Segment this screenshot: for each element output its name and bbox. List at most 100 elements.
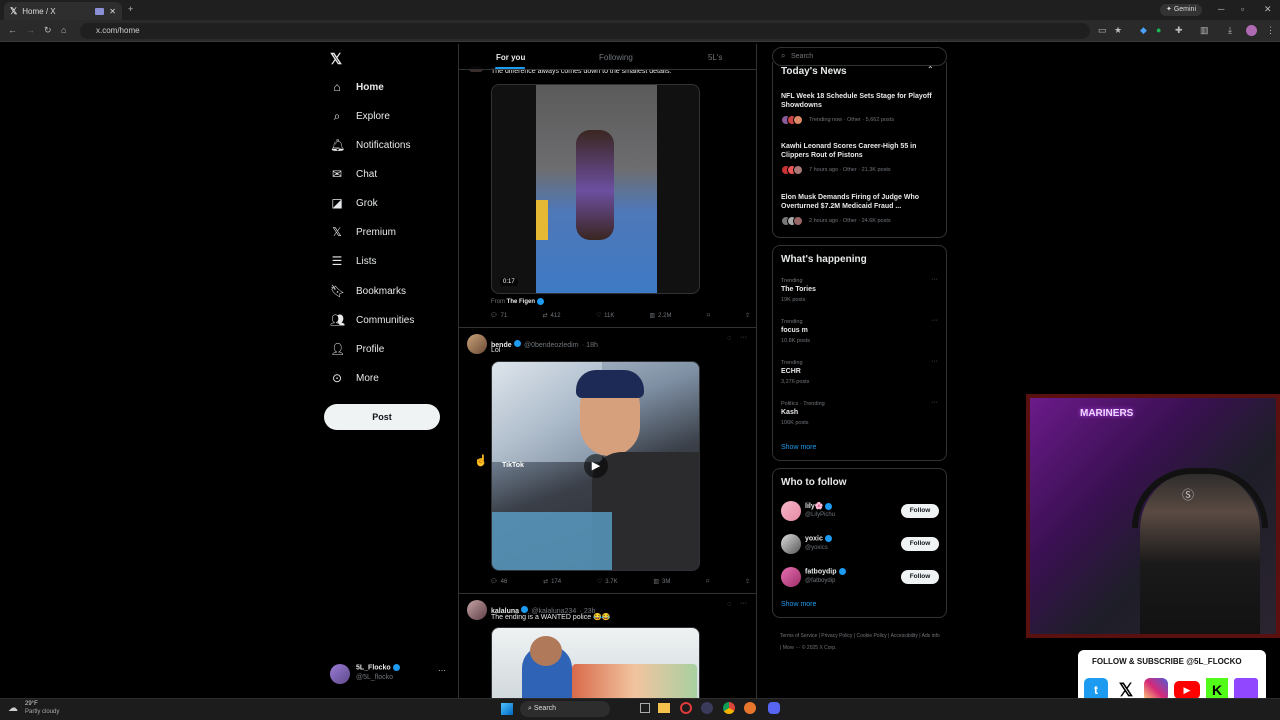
start-icon[interactable] (501, 703, 513, 715)
tab-following[interactable]: Following (599, 53, 633, 62)
whats-happening-title: What's happening (781, 254, 867, 265)
tweet-more-icon[interactable]: ··· (740, 334, 747, 341)
reply-button[interactable]: 💬︎ 71 (490, 312, 507, 320)
home-browser-icon[interactable]: ⌂ (61, 25, 66, 35)
repost-button[interactable]: ⇄ 174 (543, 578, 561, 586)
like-button[interactable]: ♡ 3.7K (596, 578, 618, 586)
footer-links[interactable]: Terms of Service | Privacy Policy | Cook… (780, 630, 940, 654)
reload-icon[interactable]: ↻ (44, 25, 52, 36)
sidebar-item-premium[interactable]: 𝕏 Premium (330, 225, 396, 239)
tweet-video[interactable]: 0:17 (491, 84, 700, 294)
views-button[interactable]: ▥ 3M (653, 578, 670, 586)
heart-icon: ♡ (596, 579, 603, 585)
tweet-more-icon[interactable]: ··· (740, 600, 747, 607)
repost-button[interactable]: ⇄ 412 (542, 312, 560, 320)
taskbar-search-label: Search (533, 705, 557, 712)
gemini-button[interactable]: ✦ Gemini (1160, 4, 1203, 16)
post-button[interactable]: Post (324, 404, 440, 430)
show-more-link[interactable]: Show more (781, 444, 816, 451)
tweet-avatar[interactable] (467, 334, 487, 354)
from-source-link[interactable]: The Figen (507, 299, 535, 305)
tweet-video[interactable] (491, 627, 700, 698)
grok-explain-icon[interactable]: ◌ (727, 601, 731, 608)
sidebar-item-more[interactable]: ⊙ More (330, 371, 379, 385)
like-button[interactable]: ♡ 11K (596, 312, 615, 320)
forward-icon[interactable]: → (26, 25, 35, 35)
new-tab-icon[interactable]: + (128, 4, 133, 14)
app-icon-orange[interactable] (744, 702, 756, 714)
tweet-time[interactable]: · 18h (582, 342, 598, 349)
sidebar-item-chat[interactable]: ✉ Chat (330, 167, 377, 181)
cast-icon[interactable]: ▭ (1098, 25, 1107, 36)
url-field[interactable]: x.com/home (80, 23, 1090, 39)
minimize-icon[interactable]: ─ (1218, 4, 1224, 14)
account-more-icon[interactable]: ··· (438, 666, 446, 675)
grok-explain-icon[interactable]: ◌ (727, 335, 731, 342)
tweet-video[interactable]: TikTok ▶ (491, 361, 700, 571)
bookmark-button[interactable]: ⌑ (706, 578, 709, 585)
download-icon[interactable]: ⤓ (1228, 25, 1232, 36)
sidebar-item-notifications[interactable]: 🔔︎ Notifications (330, 138, 410, 152)
show-more-link[interactable]: Show more (781, 601, 816, 608)
sidebar-item-grok[interactable]: ◪ Grok (330, 196, 377, 210)
os-taskbar: ☁ 29°F Partly cloudy ⌕ Search (0, 698, 1280, 720)
star-icon[interactable]: ★ (1114, 25, 1122, 36)
suggestion-handle: @LilyPichu (805, 512, 836, 518)
follow-button[interactable]: Follow (901, 504, 939, 518)
browser-menu-icon[interactable]: ⋮ (1266, 25, 1275, 36)
play-button[interactable]: ▶ (584, 454, 608, 478)
follow-button[interactable]: Follow (901, 537, 939, 551)
discord-icon[interactable] (768, 702, 780, 714)
suggestion-name-text: yoxic (805, 535, 823, 543)
app-icon-red[interactable] (680, 702, 692, 714)
search-icon: ⌕ (781, 51, 786, 60)
sidebar-item-communities[interactable]: 👥︎ Communities (330, 313, 414, 327)
sidebar-item-lists[interactable]: ☰ Lists (330, 254, 377, 268)
trend-more-icon[interactable]: ··· (931, 399, 938, 406)
trend-more-icon[interactable]: ··· (931, 276, 938, 283)
tab-close-icon[interactable]: ✕ (109, 7, 116, 16)
tab-5ls[interactable]: 5L's (708, 53, 722, 62)
sidebar-item-label: Bookmarks (356, 285, 407, 297)
views-button[interactable]: ▥ 2.2M (649, 312, 672, 320)
sidebar-icon[interactable]: ▥ (1200, 25, 1209, 36)
share-button[interactable]: ⇪ (745, 578, 750, 585)
mail-icon: ✉ (331, 167, 343, 181)
account-switcher[interactable]: 5L_Flocko @5L_flocko ··· (328, 662, 450, 686)
close-window-icon[interactable]: ✕ (1264, 4, 1272, 15)
video-frame-head (530, 636, 562, 666)
tab-for-you[interactable]: For you (496, 53, 525, 62)
sidebar-item-bookmarks[interactable]: 🔖︎ Bookmarks (330, 284, 406, 298)
news-headline: Elon Musk Demands Firing of Judge Who Ov… (781, 194, 920, 210)
app-icon-dark[interactable] (701, 702, 713, 714)
mariners-cap-logo: Ⓢ (1182, 488, 1195, 502)
sidebar-item-profile[interactable]: 👤︎ Profile (330, 342, 384, 356)
share-button[interactable]: ⇪ (745, 312, 750, 319)
runner-figure (576, 130, 614, 240)
chrome-icon[interactable] (723, 702, 735, 714)
tweet-author-handle[interactable]: @0bendeozledim (524, 342, 579, 349)
trend-more-icon[interactable]: ··· (931, 317, 938, 324)
sidebar-item-home[interactable]: ⌂ Home (330, 80, 383, 94)
file-explorer-icon[interactable] (658, 703, 670, 713)
extension-green-icon[interactable]: ● (1156, 25, 1161, 35)
collapse-icon[interactable]: ⌃ (927, 65, 934, 74)
puzzle-icon[interactable]: ✚ (1175, 25, 1183, 36)
profile-avatar[interactable] (1246, 25, 1257, 36)
trend-more-icon[interactable]: ··· (931, 358, 938, 365)
taskbar-search[interactable]: ⌕ Search (520, 701, 610, 717)
sidebar-item-explore[interactable]: ⌕ Explore (330, 109, 390, 124)
browser-tab[interactable]: 𝕏 Home / X ✕ (4, 2, 122, 20)
bookmark-button[interactable]: ⌑ (707, 312, 710, 319)
maximize-icon[interactable]: ▫ (1241, 4, 1244, 14)
taskview-icon[interactable] (640, 703, 650, 713)
extension-icon[interactable]: ◆ (1140, 25, 1147, 36)
reply-button[interactable]: 💬︎ 46 (490, 578, 507, 586)
webcam-overlay: MARINERS Ⓢ (1026, 394, 1280, 638)
verified-badge-icon (838, 568, 846, 575)
tweet-avatar[interactable] (467, 600, 487, 620)
back-icon[interactable]: ← (8, 25, 17, 35)
chart-icon: ▥ (649, 313, 656, 319)
x-logo-icon[interactable]: 𝕏 (330, 50, 342, 68)
follow-button[interactable]: Follow (901, 570, 939, 584)
